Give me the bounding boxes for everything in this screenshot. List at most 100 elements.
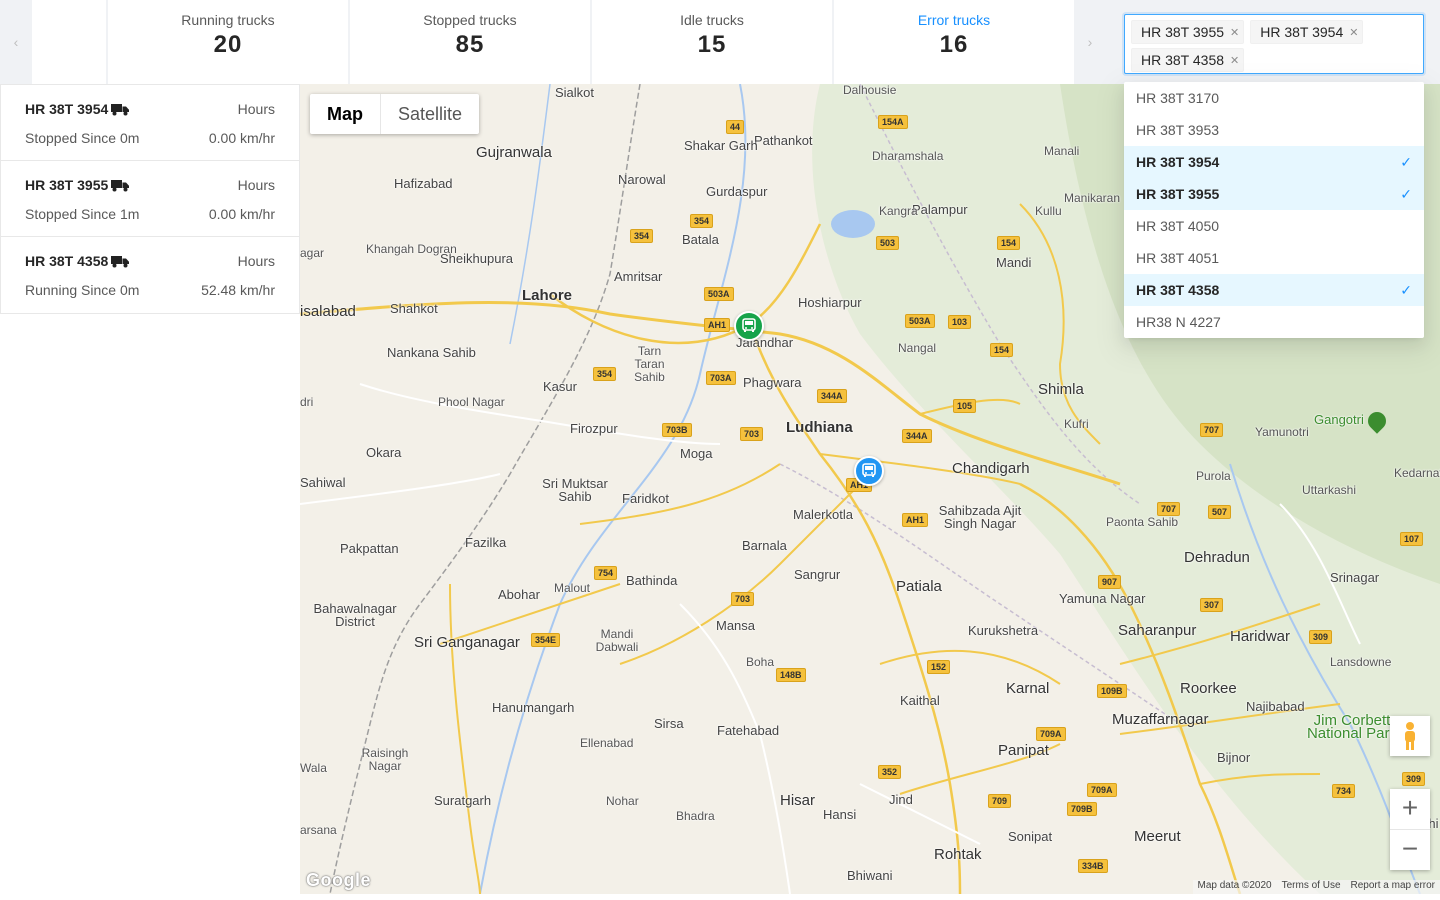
truck-list-item[interactable]: HR 38T 3955 Hours Stopped Since 1m 0.00 … bbox=[1, 161, 299, 237]
map-type-satellite-button[interactable]: Satellite bbox=[380, 94, 479, 134]
map-label: Mansa bbox=[716, 618, 756, 633]
stat-card-running[interactable]: Running trucks 20 bbox=[108, 0, 348, 84]
map-label: Nankana Sahib bbox=[387, 345, 476, 360]
select-option[interactable]: HR 38T 3170 bbox=[1124, 82, 1424, 114]
route-shield: 354 bbox=[690, 214, 714, 228]
map-label: Patiala bbox=[896, 578, 942, 595]
selected-tag: HR 38T 3954 ✕ bbox=[1250, 20, 1364, 44]
route-shield: 103 bbox=[948, 315, 972, 329]
route-shield: 707 bbox=[1157, 502, 1181, 516]
map-label: Fazilka bbox=[465, 535, 507, 550]
chevron-left-icon[interactable]: ‹ bbox=[0, 0, 32, 84]
map-label: Shahkot bbox=[390, 301, 438, 316]
route-shield: 503A bbox=[905, 314, 935, 328]
selected-tag: HR 38T 4358 ✕ bbox=[1131, 48, 1245, 72]
map-label: Kedarnath bbox=[1394, 466, 1440, 480]
selected-tag: HR 38T 3955 ✕ bbox=[1131, 20, 1245, 44]
map-label: Okara bbox=[366, 445, 402, 460]
stat-label-error: Error trucks bbox=[917, 12, 991, 28]
map-label: Barnala bbox=[742, 538, 787, 553]
map-label: Dalhousie bbox=[843, 84, 897, 97]
route-shield: 703B bbox=[662, 423, 692, 437]
route-shield: 709A bbox=[1087, 783, 1117, 797]
map-label: Bijnor bbox=[1217, 750, 1251, 765]
route-shield: 344A bbox=[817, 389, 847, 403]
close-icon[interactable]: ✕ bbox=[1230, 54, 1239, 67]
select-option[interactable]: HR 38T 4050 bbox=[1124, 210, 1424, 242]
select-option[interactable]: HR 38T 3954 ✓ bbox=[1124, 146, 1424, 178]
route-shield: 703 bbox=[731, 592, 755, 606]
route-shield: 503 bbox=[876, 236, 900, 250]
route-shield: 152 bbox=[927, 660, 951, 674]
truck-id-label: HR 38T 4358 bbox=[25, 253, 109, 269]
map-label: Phagwara bbox=[743, 375, 802, 390]
close-icon[interactable]: ✕ bbox=[1230, 26, 1239, 39]
stat-card-partial bbox=[32, 0, 106, 84]
map-label: Bhiwani bbox=[847, 868, 893, 883]
truck-list-item[interactable]: HR 38T 4358 Hours Running Since 0m 52.48… bbox=[1, 237, 299, 313]
route-shield: 109B bbox=[1097, 684, 1127, 698]
select-option[interactable]: HR 38T 3955 ✓ bbox=[1124, 178, 1424, 210]
map-type-map-button[interactable]: Map bbox=[310, 94, 380, 134]
map-label: Lansdowne bbox=[1330, 655, 1392, 669]
stat-card-idle[interactable]: Idle trucks 15 bbox=[592, 0, 832, 84]
route-shield: 309 bbox=[1402, 772, 1426, 786]
truck-status: Stopped Since 0m bbox=[25, 130, 140, 146]
map-label: Ellenabad bbox=[580, 736, 634, 750]
map-label: Hisar bbox=[780, 792, 816, 809]
report-error-link[interactable]: Report a map error bbox=[1346, 880, 1440, 894]
option-label: HR 38T 4358 bbox=[1136, 282, 1220, 298]
street-view-pegman-icon[interactable] bbox=[1390, 716, 1430, 756]
map-label: Sri Ganganagar bbox=[414, 634, 520, 651]
select-option[interactable]: HR38 N 4227 bbox=[1124, 306, 1424, 338]
map-label: Paonta Sahib bbox=[1106, 515, 1179, 529]
truck-marker[interactable] bbox=[854, 456, 884, 486]
route-shield: 703 bbox=[740, 427, 764, 441]
route-shield: 707 bbox=[1200, 423, 1224, 437]
select-option[interactable]: HR 38T 3953 bbox=[1124, 114, 1424, 146]
zoom-in-button[interactable]: + bbox=[1390, 789, 1430, 829]
map-label: Amritsar bbox=[614, 269, 663, 284]
truck-list-item[interactable]: HR 38T 3954 Hours Stopped Since 0m 0.00 … bbox=[1, 85, 299, 161]
map-label: Batala bbox=[682, 232, 719, 247]
map-label: Rohtak bbox=[934, 846, 982, 863]
map-label: Jim Corbett National Park bbox=[1306, 712, 1398, 742]
truck-hours: Hours bbox=[237, 177, 275, 193]
check-icon: ✓ bbox=[1400, 154, 1412, 170]
select-option[interactable]: HR 38T 4051 bbox=[1124, 242, 1424, 274]
terms-link[interactable]: Terms of Use bbox=[1277, 880, 1346, 894]
stat-card-error[interactable]: Error trucks 16 bbox=[834, 0, 1074, 84]
stat-value-running: 20 bbox=[213, 31, 243, 58]
route-shield: 354 bbox=[630, 229, 654, 243]
map-label: Sahibzada Ajit Singh Nagar bbox=[938, 503, 1022, 531]
zoom-out-button[interactable]: − bbox=[1390, 829, 1430, 869]
map-label: Saharanpur bbox=[1118, 622, 1197, 639]
truck-select[interactable]: HR 38T 3955 ✕ HR 38T 3954 ✕ HR 38T 4358 … bbox=[1124, 14, 1424, 74]
map-label: Tarn Taran Sahib bbox=[634, 344, 665, 384]
map-label: Haridwar bbox=[1230, 628, 1291, 645]
map-label: Sahiwal bbox=[300, 475, 346, 490]
map-label: Shimla bbox=[1038, 381, 1084, 398]
map-label: Uttarkashi bbox=[1302, 483, 1357, 497]
map-label: Suratgarh bbox=[434, 793, 492, 808]
route-shield: 352 bbox=[878, 765, 902, 779]
map-label: Sangrur bbox=[794, 567, 841, 582]
route-shield: 734 bbox=[1332, 784, 1356, 798]
route-shield: 754 bbox=[594, 566, 618, 580]
truck-marker[interactable] bbox=[734, 311, 764, 341]
chevron-right-icon[interactable]: › bbox=[1074, 0, 1106, 84]
select-option[interactable]: HR 38T 4358 ✓ bbox=[1124, 274, 1424, 306]
map-label: Nohar bbox=[606, 794, 639, 808]
map-label: Najibabad bbox=[1246, 699, 1305, 714]
map-label: Manikaran bbox=[1064, 191, 1121, 205]
map-label: arsana bbox=[300, 823, 337, 837]
map-label: isalabad bbox=[300, 303, 356, 320]
stat-card-stopped[interactable]: Stopped trucks 85 bbox=[350, 0, 590, 84]
close-icon[interactable]: ✕ bbox=[1349, 26, 1358, 39]
truck-id-label: HR 38T 3955 bbox=[25, 177, 109, 193]
bus-icon bbox=[742, 318, 756, 332]
map-label: Khangah Dogran bbox=[366, 242, 457, 256]
map-label: dri bbox=[300, 395, 314, 409]
zoom-control: + − bbox=[1390, 789, 1430, 870]
map-label: Kurukshetra bbox=[968, 623, 1039, 638]
